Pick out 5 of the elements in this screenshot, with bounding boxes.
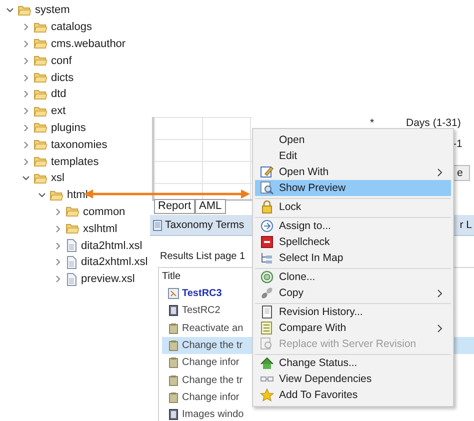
table-cell: Days (1-31) [406,117,461,129]
column-header: Title [162,271,181,282]
table-cell: -1 [453,138,462,150]
table-cell: * [370,117,374,129]
panel-title: Results List page 1 [159,251,246,262]
